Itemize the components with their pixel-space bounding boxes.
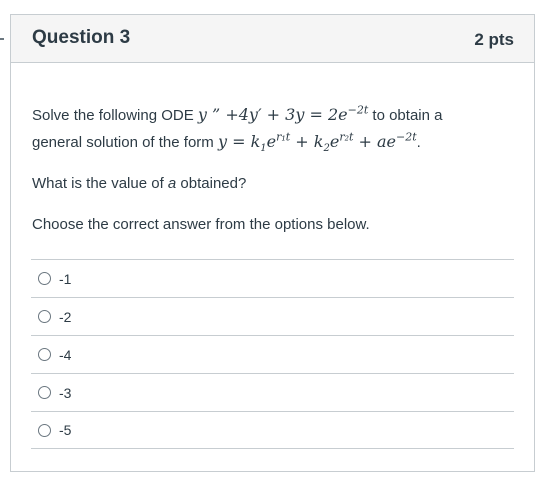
answer-list: -1 -2 -4 -3 -5 xyxy=(31,259,514,449)
answer-label: -5 xyxy=(59,422,72,438)
radio-button[interactable] xyxy=(38,272,51,285)
question-card: Question 3 2 pts Solve the following ODE… xyxy=(10,14,535,472)
ode-y: y xyxy=(197,105,207,124)
prompt-prefix: What is the value of xyxy=(32,175,168,192)
prompt-variable: a xyxy=(167,175,177,192)
question-points: 2 pts xyxy=(474,30,514,49)
question-title: Question 3 xyxy=(32,27,131,48)
sol-ae: + ae xyxy=(353,132,397,151)
ode-exponent: −2t xyxy=(347,103,369,117)
left-edge-marker xyxy=(0,38,4,40)
answer-label: -2 xyxy=(59,308,72,325)
radio-button[interactable] xyxy=(38,310,51,323)
sol-e2: e xyxy=(329,132,340,151)
radio-button[interactable] xyxy=(38,386,51,399)
radio-button[interactable] xyxy=(38,423,51,437)
question-text: Solve the following ODE xyxy=(32,107,198,124)
sol-exp3: −2t xyxy=(396,130,417,144)
answer-option[interactable]: -1 xyxy=(31,259,514,297)
question-text-suffix: to obtain a xyxy=(368,107,443,124)
radio-button[interactable] xyxy=(38,348,51,361)
sol-k2: + k xyxy=(290,132,324,151)
question-instruction: Choose the correct answer from the optio… xyxy=(32,216,370,233)
answer-option[interactable]: -2 xyxy=(31,297,514,335)
prompt-suffix: obtained? xyxy=(176,175,247,192)
ode-rest: +4y′ + 3y = 2e xyxy=(225,105,348,124)
sol-e1: e xyxy=(266,132,277,151)
answer-option[interactable]: -4 xyxy=(31,335,514,373)
sol-exp2: r₂t xyxy=(339,130,354,144)
general-solution-equation: y = k1er₁t + k2er₂t + ae−2t xyxy=(217,130,417,154)
answer-label: -1 xyxy=(59,270,72,287)
question-body: Solve the following ODE y ” +4y′ + 3y = … xyxy=(32,103,514,237)
question-text-2-suffix: . xyxy=(416,134,421,151)
question-text-line-2: general solution of the form y = k1er₁t … xyxy=(32,130,514,155)
answer-option[interactable]: -3 xyxy=(31,373,514,411)
ode-prime: ” xyxy=(206,105,226,124)
answer-option[interactable]: -5 xyxy=(31,411,514,449)
ode-equation: y ” +4y′ + 3y = 2e−2t xyxy=(198,105,368,124)
sol-y: y = k xyxy=(217,132,261,151)
answer-label: -4 xyxy=(59,346,72,363)
question-text-line-1: Solve the following ODE y ” +4y′ + 3y = … xyxy=(32,103,514,128)
question-prompt: What is the value of a obtained? xyxy=(32,172,514,196)
answer-label: -3 xyxy=(59,384,72,401)
question-header: Question 3 2 pts xyxy=(11,15,534,63)
question-text-2: general solution of the form xyxy=(32,134,218,151)
sol-exp1: r₁t xyxy=(276,130,291,144)
